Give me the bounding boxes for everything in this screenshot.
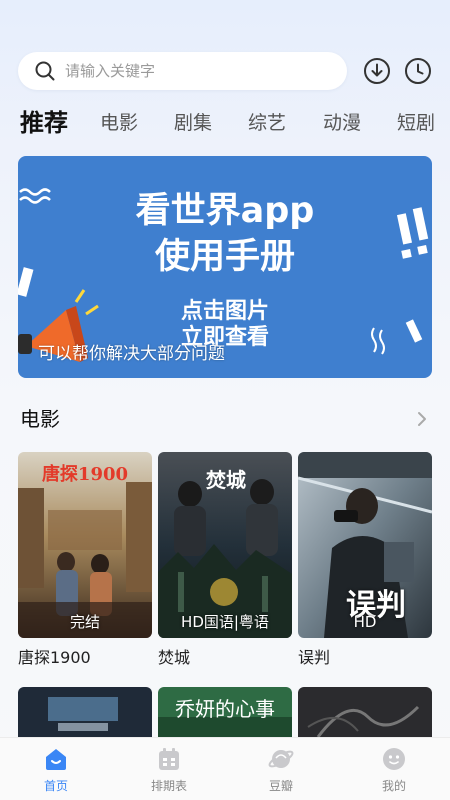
movie-title[interactable]: 误判 — [298, 648, 432, 668]
banner-caption: 可以帮你解决大部分问题 — [38, 344, 225, 364]
nav-douban[interactable]: 豆瓣 — [243, 746, 319, 794]
tab-series[interactable]: 剧集 — [174, 106, 212, 140]
search-input[interactable] — [65, 62, 305, 80]
search-bar[interactable] — [18, 52, 347, 90]
movie-title[interactable]: 唐探1900 — [18, 648, 152, 668]
nav-label: 我的 — [381, 779, 406, 793]
tab-recommend[interactable]: 推荐 — [20, 106, 68, 140]
category-tabs: 推荐 电影 剧集 综艺 动漫 短剧 — [20, 106, 450, 140]
movie-poster[interactable]: 误判 HD — [298, 452, 432, 638]
nav-profile[interactable]: 我的 — [356, 746, 432, 794]
movie-card[interactable]: 唐探1900 完结 唐探1900 — [18, 452, 152, 668]
profile-icon — [383, 748, 405, 770]
tab-anime[interactable]: 动漫 — [323, 106, 361, 140]
nav-label: 豆瓣 — [268, 779, 293, 793]
movie-card[interactable]: 焚城 HD国语|粤语 焚城 — [158, 452, 292, 668]
download-icon[interactable] — [363, 57, 391, 85]
movie-poster[interactable]: 唐探1900 完结 — [18, 452, 152, 638]
status-badge: HD — [353, 613, 377, 631]
poster-title: 焚城 — [206, 468, 246, 492]
banner-title-line2: 使用手册 — [154, 237, 295, 277]
movie-poster[interactable]: 焚城 HD国语|粤语 — [158, 452, 292, 638]
movie-poster[interactable]: 乔妍的心事 — [158, 687, 292, 737]
banner-title: 看世界app 使用手册 — [18, 188, 432, 280]
poster-title: 唐探1900 — [41, 464, 129, 485]
nav-schedule[interactable]: 排期表 — [131, 746, 207, 794]
planet-icon — [268, 750, 294, 768]
status-badge: HD国语|粤语 — [181, 613, 269, 631]
poster-title: 乔妍的心事 — [175, 697, 275, 721]
banner-title-line1: 看世界app — [135, 191, 315, 231]
poster-image — [18, 687, 152, 737]
tab-movies[interactable]: 电影 — [100, 106, 138, 140]
tab-short-drama[interactable]: 短剧 — [397, 106, 435, 140]
section-title: 电影 — [20, 407, 60, 431]
promo-banner[interactable]: 看世界app 使用手册 点击图片 立即查看 可以帮你解决大部分问题 — [18, 156, 432, 378]
status-badge: 完结 — [69, 613, 100, 631]
nav-label: 排期表 — [150, 779, 187, 793]
movie-poster[interactable] — [18, 687, 152, 737]
search-row — [18, 52, 438, 90]
movie-card[interactable]: 误判 HD 误判 — [298, 452, 432, 668]
movie-title[interactable]: 焚城 — [158, 648, 292, 668]
calendar-icon — [159, 748, 179, 770]
tab-variety[interactable]: 综艺 — [248, 106, 286, 140]
search-icon — [35, 61, 55, 81]
movie-poster[interactable] — [298, 687, 432, 737]
chevron-right-icon[interactable] — [414, 410, 430, 428]
movie-section-header[interactable]: 电影 — [20, 404, 432, 434]
nav-label: 首页 — [43, 779, 68, 793]
poster-image — [298, 687, 432, 737]
nav-home[interactable]: 首页 — [18, 746, 94, 794]
history-clock-icon[interactable] — [404, 57, 432, 85]
bottom-nav: 首页 排期表 豆瓣 我的 — [0, 737, 450, 800]
home-icon — [46, 749, 66, 770]
